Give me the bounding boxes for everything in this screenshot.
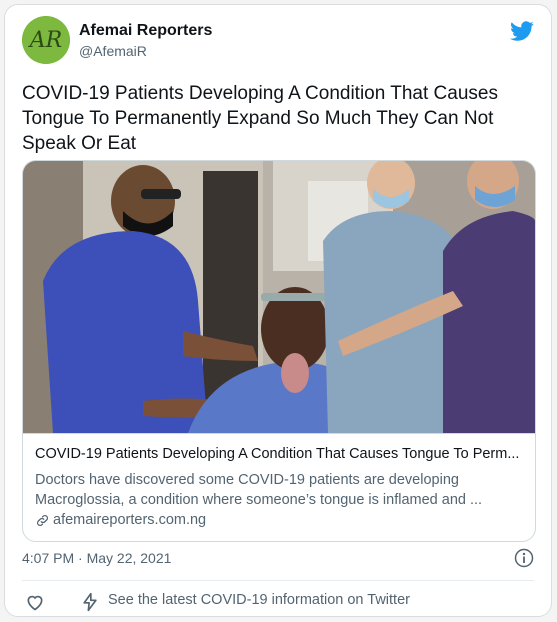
article-photo[interactable] bbox=[23, 161, 535, 433]
account-handle[interactable]: @AfemaiR bbox=[79, 43, 147, 59]
info-icon[interactable] bbox=[514, 548, 534, 568]
avatar-initials: AR bbox=[28, 28, 62, 53]
link-icon bbox=[37, 514, 48, 526]
account-name[interactable]: Afemai Reporters bbox=[79, 22, 212, 40]
tweet-card[interactable]: AR Afemai Reporters @AfemaiR COVID-19 Pa… bbox=[4, 4, 552, 617]
heart-icon[interactable] bbox=[25, 592, 45, 612]
link-preview-card[interactable]: COVID-19 Patients Developing A Condition… bbox=[22, 160, 536, 542]
lightning-bolt-icon bbox=[83, 592, 97, 612]
link-card-domain[interactable]: afemaireporters.com.ng bbox=[35, 512, 206, 528]
divider bbox=[22, 580, 534, 581]
tweet-timestamp[interactable]: 4:07 PM · May 22, 2021 bbox=[22, 550, 171, 566]
link-card-domain-text: afemaireporters.com.ng bbox=[53, 512, 207, 528]
twitter-bird-icon[interactable] bbox=[510, 19, 534, 43]
tweet-text: COVID-19 Patients Developing A Condition… bbox=[22, 83, 498, 154]
avatar[interactable]: AR bbox=[22, 16, 70, 64]
covid-info-link[interactable]: See the latest COVID-19 information on T… bbox=[108, 592, 410, 608]
link-card-title[interactable]: COVID-19 Patients Developing A Condition… bbox=[35, 446, 523, 462]
link-card-description: Doctors have discovered some COVID-19 pa… bbox=[35, 472, 483, 508]
